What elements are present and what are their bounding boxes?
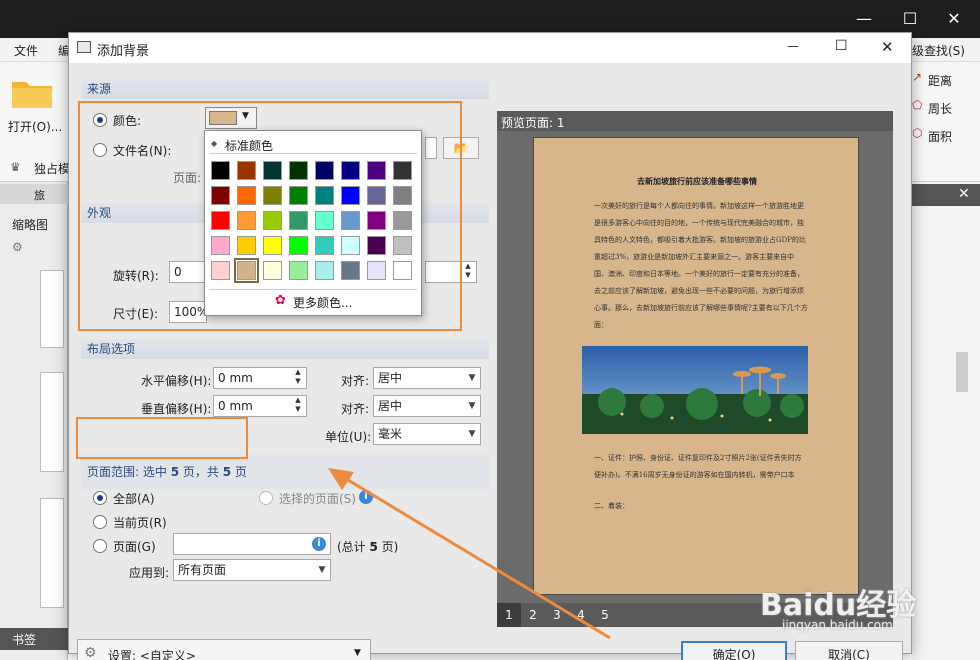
doc-paragraph-3: 二、着装： [594, 502, 629, 510]
thumbnail-page[interactable] [40, 498, 64, 608]
selected-pages-radio[interactable] [259, 491, 273, 505]
h-offset-spinner[interactable]: ▲ ▼ [292, 368, 304, 388]
highlight-box-source [78, 101, 462, 331]
chevron-down-icon: ▼ [468, 429, 476, 439]
align-v-select[interactable]: 居中 ▼ [373, 395, 481, 417]
all-pages-label: 全部(A) [113, 492, 155, 506]
align-h-label: 对齐: [341, 374, 370, 388]
unit-label: 单位(U): [325, 430, 372, 444]
summary-suffix: 页 [231, 465, 247, 479]
panel-close-icon[interactable]: ✕ [958, 186, 970, 202]
app-close-button[interactable]: ✕ [940, 8, 968, 30]
distance-tool[interactable]: 距离 [928, 72, 952, 89]
total-count: 5 [222, 465, 232, 479]
panel-tab[interactable]: 旅 [34, 187, 45, 203]
align-v-value: 居中 [378, 399, 403, 413]
doc-photo [582, 346, 808, 434]
app-minimize-button[interactable]: — [850, 8, 878, 30]
thumbnail-page[interactable] [40, 270, 64, 348]
apply-to-value: 所有页面 [178, 563, 227, 577]
h-offset-input[interactable]: 0 mm ▲ ▼ [213, 367, 307, 389]
dialog-maximize-button[interactable]: ☐ [835, 38, 848, 54]
crown-icon: ♛ [10, 160, 21, 174]
menu-advanced-find[interactable]: 级查找(S) [912, 42, 965, 59]
v-offset-input[interactable]: 0 mm ▲ ▼ [213, 395, 307, 417]
align-v-label: 对齐: [341, 402, 370, 416]
distance-icon: ↗ [912, 70, 923, 84]
annotation-arrow [328, 468, 611, 640]
pages-radio[interactable] [93, 539, 107, 553]
perimeter-icon: ⬠ [912, 98, 923, 112]
perimeter-tool[interactable]: 周长 [928, 100, 952, 117]
doc-paragraph-2: 一、证件：护照、身份证、证件复印件及2寸照片2张(证件丢失时方便补办)。不满16… [594, 454, 802, 479]
bookmarks-tab[interactable]: 书签 [12, 631, 36, 648]
dialog-app-icon [77, 41, 91, 53]
dialog-minimize-button[interactable]: — [787, 39, 799, 53]
summary-mid: 页，共 [179, 465, 223, 479]
preview-header: 预览页面: 1 [501, 116, 565, 130]
rotate-spinner[interactable]: ▲ ▼ [462, 262, 474, 282]
chevron-down-icon: ▼ [468, 373, 476, 383]
settings-gear-icon: ⚙ [84, 645, 97, 660]
left-panel: 旅 缩略图 ⚙ 书签 [0, 182, 68, 660]
selected-count: 5 [170, 465, 180, 479]
area-tool[interactable]: 面积 [928, 128, 952, 145]
watermark-sub: jingyan.baidu.com [782, 618, 893, 632]
exclusive-mode-label[interactable]: 独占模 [34, 160, 70, 177]
thumbnail-page[interactable] [40, 372, 64, 472]
area-icon: ⬡ [912, 126, 923, 140]
h-offset-label: 水平偏移(H): [141, 374, 212, 388]
current-page-radio[interactable] [93, 515, 107, 529]
scrollbar-thumb[interactable] [956, 352, 968, 392]
apply-to-select[interactable]: 所有页面 ▼ [173, 559, 331, 581]
chevron-down-icon: ▼ [354, 648, 361, 658]
align-h-value: 居中 [378, 371, 403, 385]
chevron-down-icon: ▼ [468, 401, 476, 411]
v-offset-label: 垂直偏移(H): [141, 402, 212, 416]
apply-to-label: 应用到: [129, 566, 170, 580]
source-section-header: 来源 [81, 79, 489, 99]
unit-value: 毫米 [378, 427, 403, 441]
page-range-summary: 页面范围: 选中 5 页，共 5 页 [87, 463, 247, 480]
right-strip: ✕ [912, 182, 980, 660]
open-folder-icon[interactable] [10, 74, 56, 110]
dialog-titlebar: 添加背景 — ☐ ✕ [69, 33, 911, 63]
summary-prefix: 页面范围: 选中 [87, 465, 171, 479]
h-offset-value: 0 mm [218, 371, 253, 385]
dialog-close-button[interactable]: ✕ [881, 38, 894, 56]
align-h-select[interactable]: 居中 ▼ [373, 367, 481, 389]
all-pages-radio[interactable] [93, 491, 107, 505]
current-page-label: 当前页(R) [113, 516, 167, 530]
settings-gear-icon[interactable]: ⚙ [12, 240, 23, 254]
doc-paragraph-1: 一次美好的旅行是每个人都向往的事情。新加坡这样一个旅游胜地更是很多游客心中向往的… [594, 202, 808, 329]
layout-section-header: 布局选项 [81, 339, 489, 359]
thumbnails-title: 缩略图 [12, 218, 49, 232]
unit-select[interactable]: 毫米 ▼ [373, 423, 481, 445]
open-button[interactable]: 打开(O)... [8, 118, 62, 135]
v-offset-value: 0 mm [218, 399, 253, 413]
cancel-button[interactable]: 取消(C) [795, 641, 903, 660]
v-offset-spinner[interactable]: ▲ ▼ [292, 396, 304, 416]
pages-label: 页面(G) [113, 540, 156, 554]
app-maximize-button[interactable]: ☐ [896, 8, 924, 30]
settings-value: 设置: <自定义> [108, 649, 196, 660]
doc-title: 去新加坡旅行前应该准备哪些事情 [637, 176, 757, 186]
highlight-box-page-range [76, 417, 248, 459]
dialog-title: 添加背景 [97, 44, 150, 59]
pages-input[interactable]: i [173, 533, 331, 555]
menu-file[interactable]: 文件 [14, 42, 38, 59]
ok-button[interactable]: 确定(O) [681, 641, 787, 660]
